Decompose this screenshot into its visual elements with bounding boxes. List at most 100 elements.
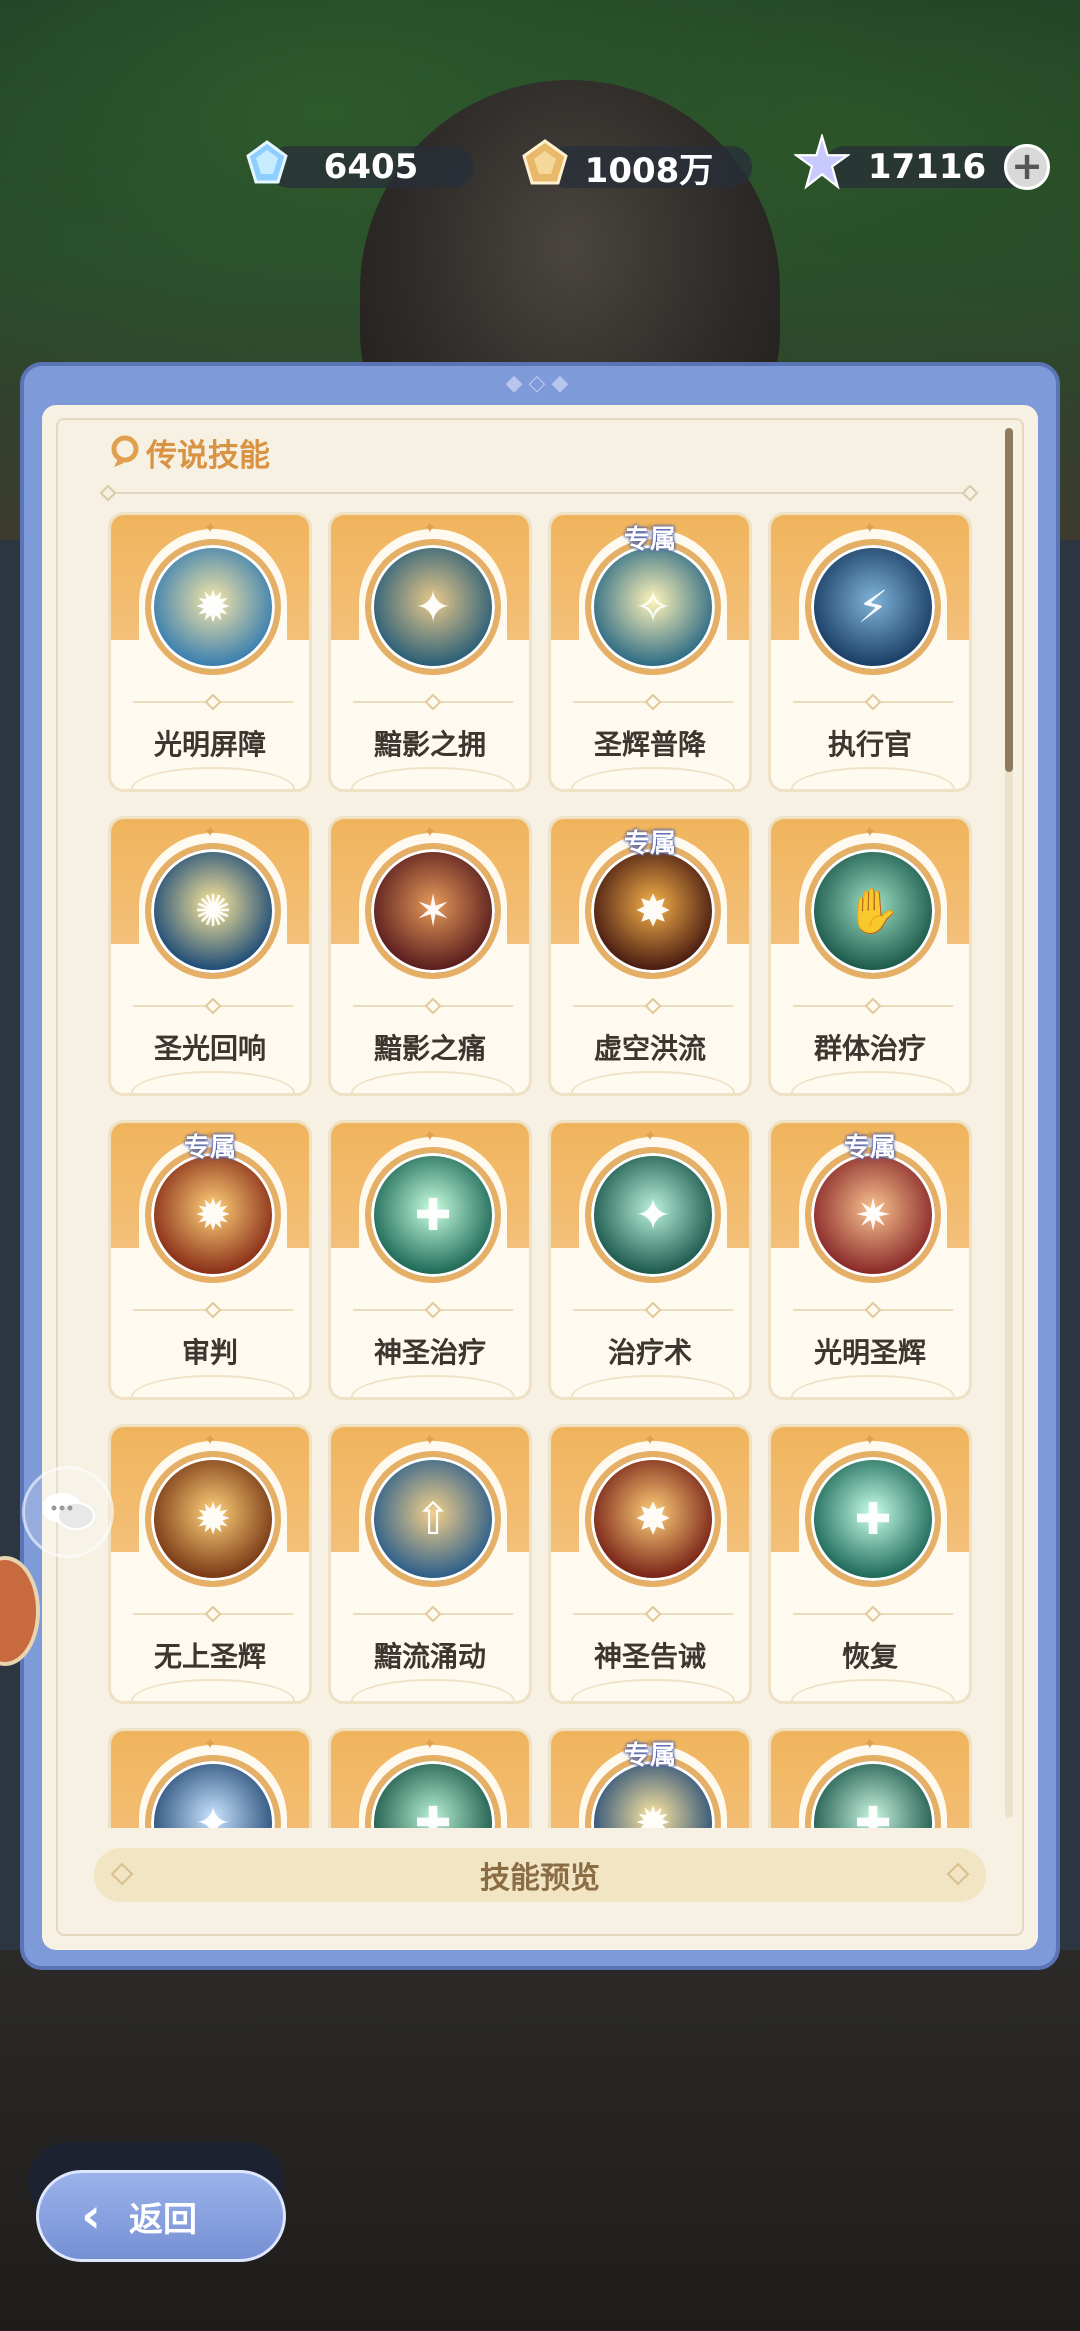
skill-preview-label: 技能预览: [480, 1861, 600, 1896]
exclusive-badge: 专属: [843, 1133, 897, 1163]
restore-icon: ✚: [805, 1451, 941, 1587]
skill-glyph: ✋: [845, 886, 901, 937]
heal-spell-icon: ✦: [585, 1147, 721, 1283]
skill-card[interactable]: ✦ ⚡ 执行官: [768, 512, 972, 792]
background-floor: [0, 1950, 1080, 2331]
card-foot-ornament: [131, 1375, 295, 1397]
skill-card[interactable]: ✦ ✦: [108, 1728, 312, 1828]
skill-card[interactable]: ✦ ⇧ 黯流涌动: [328, 1424, 532, 1704]
right-diamond-ornament: [946, 1862, 970, 1886]
card-star-ornament: ✦: [423, 1430, 437, 1449]
card-divider: [573, 1613, 733, 1615]
skill-name: 神圣告诫: [593, 1640, 706, 1673]
card-divider: [353, 701, 513, 703]
group-heal-icon: ✋: [805, 843, 941, 979]
skill-card[interactable]: ✦ ✷ 专属 光明圣辉: [768, 1120, 972, 1400]
chat-button[interactable]: [22, 1466, 114, 1558]
diamond-counter: 6405: [268, 146, 474, 188]
skill-glyph: ✧: [634, 581, 672, 633]
skill-name: 神圣治疗: [373, 1336, 486, 1369]
exclusive-badge: 专属: [623, 829, 677, 859]
skill-card[interactable]: ✦ ✚ 恢复: [768, 1424, 972, 1704]
back-button-label: 返回: [129, 2199, 197, 2240]
card-divider: [573, 1005, 733, 1007]
skill-glyph: ✚: [854, 1493, 892, 1545]
skill-name: 治疗术: [607, 1336, 692, 1369]
skill-name: 执行官: [827, 728, 912, 761]
skill-card[interactable]: ✦ ✸ 神圣告诫: [548, 1424, 752, 1704]
skill-glyph: ✦: [194, 1797, 232, 1829]
card-star-ornament: ✦: [423, 1734, 437, 1753]
card-divider: [793, 1005, 953, 1007]
card-foot-ornament: [571, 767, 735, 789]
supreme-radiance-icon: ✹: [145, 1451, 281, 1587]
legend-skill-icon: [111, 435, 139, 467]
divine-heal-icon: ✚: [365, 1147, 501, 1283]
skill-card[interactable]: ✦ ✚: [328, 1728, 532, 1828]
diamond-icon: [246, 140, 288, 184]
card-divider: [133, 701, 293, 703]
skill-card[interactable]: ✦ ✧ 专属 圣辉普降: [548, 512, 752, 792]
skill-card[interactable]: ✦ ✹ 无上圣辉: [108, 1424, 312, 1704]
card-divider: [133, 1309, 293, 1311]
skill-name: 恢复: [841, 1640, 898, 1673]
skill-glyph: ✹: [194, 1189, 232, 1241]
cross-skill-icon: ✚: [805, 1755, 941, 1828]
card-foot-ornament: [791, 1071, 955, 1093]
shadow-pain-icon: ✶: [365, 843, 501, 979]
card-divider: [353, 1005, 513, 1007]
card-star-ornament: ✦: [423, 1126, 437, 1145]
back-arrow-icon: ‹: [81, 2188, 101, 2244]
exclusive-badge: 专属: [623, 525, 677, 555]
skill-card[interactable]: ✦ ✸ 专属 虚空洪流: [548, 816, 752, 1096]
card-star-ornament: ✦: [643, 1126, 657, 1145]
skill-card[interactable]: ✦ ✦ 治疗术: [548, 1120, 752, 1400]
card-foot-ornament: [791, 767, 955, 789]
skill-card[interactable]: ✦ ✚: [768, 1728, 972, 1828]
void-torrent-icon: ✸: [585, 843, 721, 979]
card-foot-ornament: [571, 1679, 735, 1701]
card-star-ornament: ✦: [863, 1430, 877, 1449]
skill-card[interactable]: ✦ ✶ 黯影之痛: [328, 816, 532, 1096]
shadow-embrace-icon: ✦: [365, 539, 501, 675]
skill-glyph: ✷: [854, 1189, 892, 1241]
card-star-ornament: ✦: [203, 822, 217, 841]
card-foot-ornament: [571, 1071, 735, 1093]
skill-name: 虚空洪流: [593, 1032, 706, 1065]
light-barrier-icon: ✹: [145, 539, 281, 675]
star-crystal-icon: [794, 134, 850, 190]
skill-card[interactable]: ✦ ✺ 圣光回响: [108, 816, 312, 1096]
judgment-icon: ✹: [145, 1147, 281, 1283]
diamond-value: 6405: [323, 147, 419, 187]
skill-name: 圣辉普降: [593, 728, 706, 761]
card-star-ornament: ✦: [863, 1734, 877, 1753]
panel-top-ornament: ◆◇◆: [505, 371, 575, 396]
card-divider: [793, 701, 953, 703]
skill-card[interactable]: ✦ ✚ 神圣治疗: [328, 1120, 532, 1400]
skill-preview-button[interactable]: 技能预览: [94, 1848, 986, 1902]
skill-card[interactable]: ✦ ✋ 群体治疗: [768, 816, 972, 1096]
card-star-ornament: ✦: [423, 822, 437, 841]
card-divider: [793, 1613, 953, 1615]
add-currency-button[interactable]: +: [1004, 144, 1050, 190]
card-star-ornament: ✦: [643, 1430, 657, 1449]
holy-rain-icon: ✧: [585, 539, 721, 675]
card-divider: [133, 1005, 293, 1007]
card-star-ornament: ✦: [203, 1430, 217, 1449]
skill-glyph: ✚: [414, 1797, 452, 1829]
back-button[interactable]: ‹ 返回: [36, 2170, 286, 2262]
skill-card[interactable]: ✦ ✹ 专属: [548, 1728, 752, 1828]
card-foot-ornament: [131, 767, 295, 789]
frost-skill-icon: ✦: [145, 1755, 281, 1828]
skill-glyph: ✶: [414, 885, 452, 937]
skill-card[interactable]: ✦ ✦ 黯影之拥: [328, 512, 532, 792]
card-foot-ornament: [571, 1375, 735, 1397]
card-divider: [353, 1613, 513, 1615]
exclusive-badge: 专属: [623, 1741, 677, 1771]
skill-card[interactable]: ✦ ✹ 光明屏障: [108, 512, 312, 792]
card-star-ornament: ✦: [203, 518, 217, 537]
gold-coin-icon: [522, 139, 568, 185]
skill-card[interactable]: ✦ ✹ 专属 审判: [108, 1120, 312, 1400]
card-star-ornament: ✦: [203, 1734, 217, 1753]
scrollbar-thumb[interactable]: [1005, 428, 1013, 772]
